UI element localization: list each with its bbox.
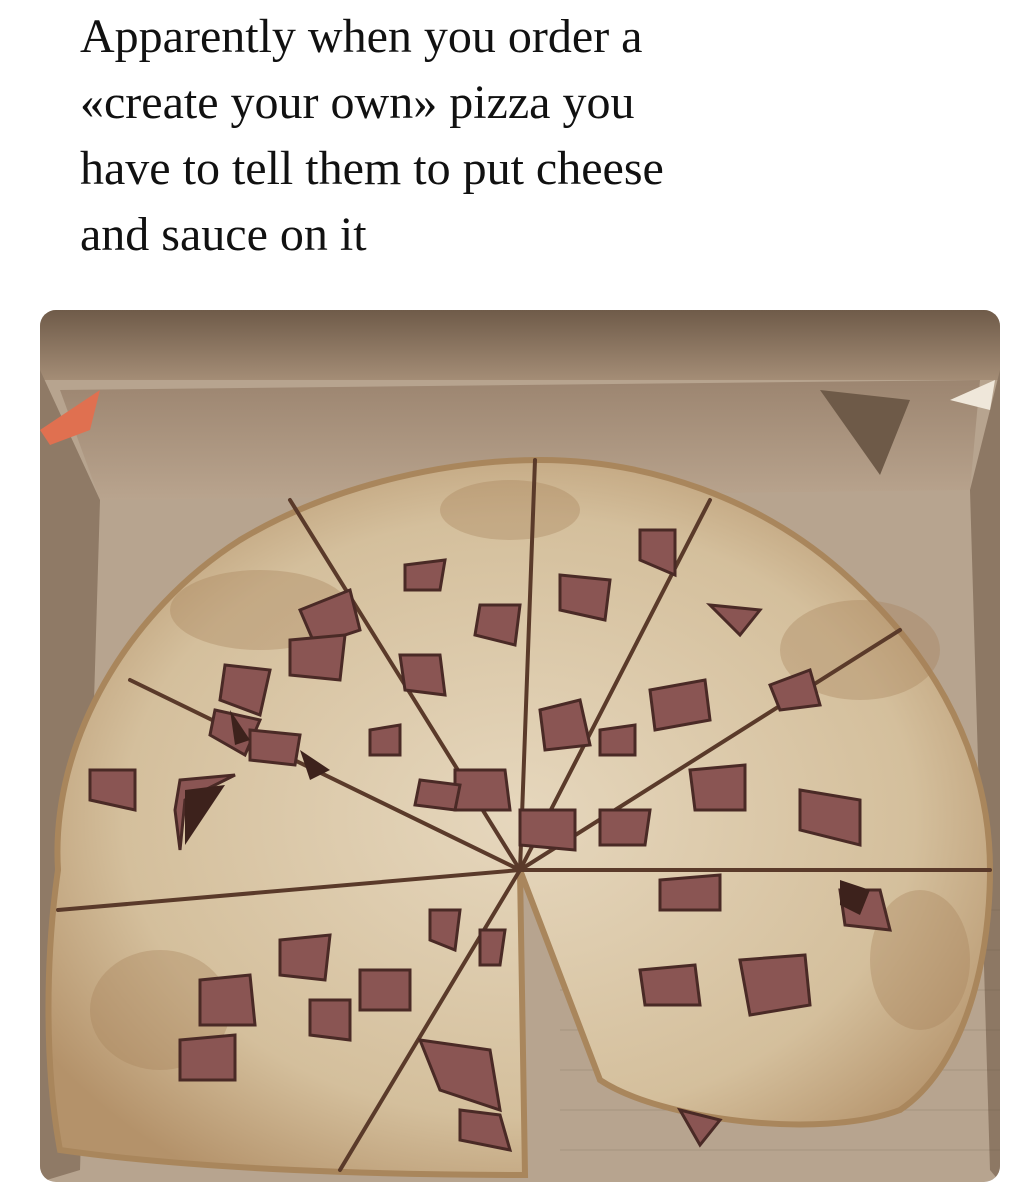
caption-line-3: have to tell them to put cheese <box>80 142 664 195</box>
caption-line-1: Apparently when you order a <box>80 10 643 63</box>
pizza-photo <box>40 310 1000 1182</box>
meme-caption: Apparently when you order a «create your… <box>80 4 840 268</box>
box-back-wall <box>40 310 1000 380</box>
caption-line-2: «create your own» pizza you <box>80 76 635 129</box>
pizza-box-illustration <box>40 310 1000 1182</box>
caption-line-4: and sauce on it <box>80 208 367 261</box>
